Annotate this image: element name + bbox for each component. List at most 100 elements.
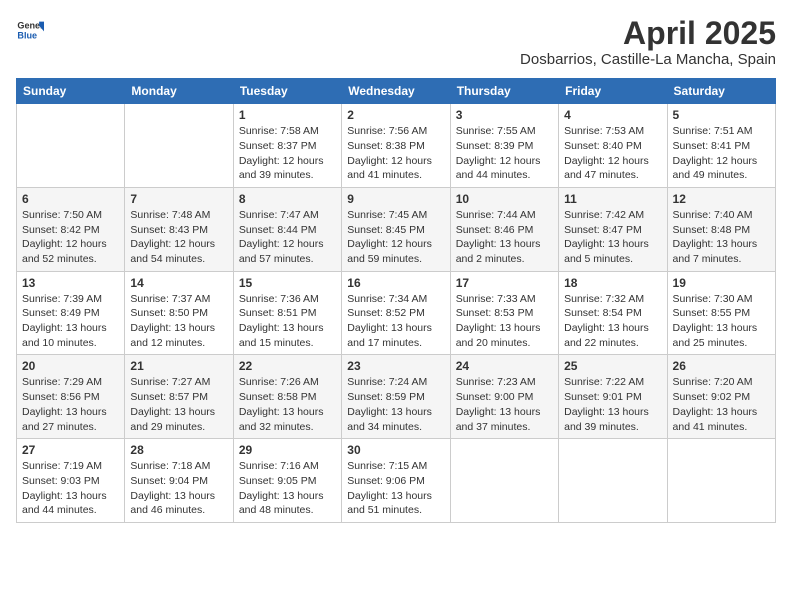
day-number: 7 (130, 192, 227, 206)
calendar-week-5: 27 Sunrise: 7:19 AMSunset: 9:03 PMDayligh… (17, 439, 776, 523)
header-row: SundayMondayTuesdayWednesdayThursdayFrid… (17, 79, 776, 104)
day-info: Sunrise: 7:34 AMSunset: 8:52 PMDaylight:… (347, 292, 444, 351)
day-number: 23 (347, 359, 444, 373)
calendar-cell: 2 Sunrise: 7:56 AMSunset: 8:38 PMDaylight… (342, 104, 450, 188)
calendar-cell: 16 Sunrise: 7:34 AMSunset: 8:52 PMDayligh… (342, 271, 450, 355)
calendar-cell: 18 Sunrise: 7:32 AMSunset: 8:54 PMDayligh… (559, 271, 667, 355)
calendar-cell: 23 Sunrise: 7:24 AMSunset: 8:59 PMDayligh… (342, 355, 450, 439)
day-number: 14 (130, 276, 227, 290)
day-info: Sunrise: 7:56 AMSunset: 8:38 PMDaylight:… (347, 124, 444, 183)
calendar-cell: 1 Sunrise: 7:58 AMSunset: 8:37 PMDaylight… (233, 104, 341, 188)
calendar-week-4: 20Sunrise: 7:29 AMSunset: 8:56 PMDayligh… (17, 355, 776, 439)
calendar-cell (559, 439, 667, 523)
calendar-body: 1 Sunrise: 7:58 AMSunset: 8:37 PMDaylight… (17, 104, 776, 523)
day-info: Sunrise: 7:44 AMSunset: 8:46 PMDaylight:… (456, 208, 553, 267)
day-number: 9 (347, 192, 444, 206)
svg-text:Blue: Blue (17, 30, 37, 40)
calendar-table: SundayMondayTuesdayWednesdayThursdayFrid… (16, 78, 776, 523)
calendar-cell: 10 Sunrise: 7:44 AMSunset: 8:46 PMDayligh… (450, 187, 558, 271)
day-number: 8 (239, 192, 336, 206)
day-number: 15 (239, 276, 336, 290)
day-number: 17 (456, 276, 553, 290)
header-day-tuesday: Tuesday (233, 79, 341, 104)
day-info: Sunrise: 7:40 AMSunset: 8:48 PMDaylight:… (673, 208, 770, 267)
day-info: Sunrise: 7:27 AMSunset: 8:57 PMDaylight:… (130, 375, 227, 434)
day-number: 24 (456, 359, 553, 373)
day-number: 25 (564, 359, 661, 373)
header-day-thursday: Thursday (450, 79, 558, 104)
day-info: Sunrise: 7:19 AMSunset: 9:03 PMDaylight:… (22, 459, 119, 518)
day-number: 26 (673, 359, 770, 373)
day-info: Sunrise: 7:30 AMSunset: 8:55 PMDaylight:… (673, 292, 770, 351)
calendar-cell: 25 Sunrise: 7:22 AMSunset: 9:01 PMDayligh… (559, 355, 667, 439)
day-number: 3 (456, 108, 553, 122)
day-number: 18 (564, 276, 661, 290)
day-info: Sunrise: 7:26 AMSunset: 8:58 PMDaylight:… (239, 375, 336, 434)
day-info: Sunrise: 7:24 AMSunset: 8:59 PMDaylight:… (347, 375, 444, 434)
day-number: 13 (22, 276, 119, 290)
calendar-week-3: 13 Sunrise: 7:39 AMSunset: 8:49 PMDayligh… (17, 271, 776, 355)
day-number: 30 (347, 443, 444, 457)
calendar-cell: 7 Sunrise: 7:48 AMSunset: 8:43 PMDaylight… (125, 187, 233, 271)
header-day-monday: Monday (125, 79, 233, 104)
day-info: Sunrise: 7:22 AMSunset: 9:01 PMDaylight:… (564, 375, 661, 434)
day-info: Sunrise: 7:58 AMSunset: 8:37 PMDaylight:… (239, 124, 336, 183)
day-number: 2 (347, 108, 444, 122)
day-info: Sunrise: 7:36 AMSunset: 8:51 PMDaylight:… (239, 292, 336, 351)
calendar-cell: 30 Sunrise: 7:15 AMSunset: 9:06 PMDayligh… (342, 439, 450, 523)
day-info: Sunrise: 7:39 AMSunset: 8:49 PMDaylight:… (22, 292, 119, 351)
day-info: Sunrise: 7:18 AMSunset: 9:04 PMDaylight:… (130, 459, 227, 518)
day-info: Sunrise: 7:15 AMSunset: 9:06 PMDaylight:… (347, 459, 444, 518)
day-info: Sunrise: 7:33 AMSunset: 8:53 PMDaylight:… (456, 292, 553, 351)
calendar-cell: 24 Sunrise: 7:23 AMSunset: 9:00 PMDayligh… (450, 355, 558, 439)
calendar-cell: 27 Sunrise: 7:19 AMSunset: 9:03 PMDayligh… (17, 439, 125, 523)
day-number: 27 (22, 443, 119, 457)
day-number: 11 (564, 192, 661, 206)
calendar-cell: 14 Sunrise: 7:37 AMSunset: 8:50 PMDayligh… (125, 271, 233, 355)
calendar-cell: 5Sunrise: 7:51 AMSunset: 8:41 PMDaylight… (667, 104, 775, 188)
day-info: Sunrise: 7:37 AMSunset: 8:50 PMDaylight:… (130, 292, 227, 351)
calendar-cell: 8 Sunrise: 7:47 AMSunset: 8:44 PMDaylight… (233, 187, 341, 271)
calendar-cell: 11 Sunrise: 7:42 AMSunset: 8:47 PMDayligh… (559, 187, 667, 271)
day-number: 19 (673, 276, 770, 290)
day-number: 10 (456, 192, 553, 206)
title-block: April 2025 Dosbarrios, Castille-La Manch… (520, 16, 776, 68)
day-info: Sunrise: 7:32 AMSunset: 8:54 PMDaylight:… (564, 292, 661, 351)
day-number: 29 (239, 443, 336, 457)
calendar-week-2: 6Sunrise: 7:50 AMSunset: 8:42 PMDaylight… (17, 187, 776, 271)
day-info: Sunrise: 7:53 AMSunset: 8:40 PMDaylight:… (564, 124, 661, 183)
day-number: 6 (22, 192, 119, 206)
day-info: Sunrise: 7:20 AMSunset: 9:02 PMDaylight:… (673, 375, 770, 434)
day-info: Sunrise: 7:48 AMSunset: 8:43 PMDaylight:… (130, 208, 227, 267)
calendar-cell: 4Sunrise: 7:53 AMSunset: 8:40 PMDaylight… (559, 104, 667, 188)
calendar-cell: 9Sunrise: 7:45 AMSunset: 8:45 PMDaylight… (342, 187, 450, 271)
page-title: April 2025 (520, 16, 776, 51)
calendar-cell: 3 Sunrise: 7:55 AMSunset: 8:39 PMDaylight… (450, 104, 558, 188)
calendar-header: SundayMondayTuesdayWednesdayThursdayFrid… (17, 79, 776, 104)
day-info: Sunrise: 7:51 AMSunset: 8:41 PMDaylight:… (673, 124, 770, 183)
day-info: Sunrise: 7:55 AMSunset: 8:39 PMDaylight:… (456, 124, 553, 183)
day-number: 1 (239, 108, 336, 122)
calendar-cell: 28 Sunrise: 7:18 AMSunset: 9:04 PMDayligh… (125, 439, 233, 523)
day-number: 28 (130, 443, 227, 457)
logo-icon: General Blue (16, 16, 44, 44)
day-number: 12 (673, 192, 770, 206)
calendar-cell: 15 Sunrise: 7:36 AMSunset: 8:51 PMDayligh… (233, 271, 341, 355)
calendar-cell: 17 Sunrise: 7:33 AMSunset: 8:53 PMDayligh… (450, 271, 558, 355)
day-info: Sunrise: 7:42 AMSunset: 8:47 PMDaylight:… (564, 208, 661, 267)
calendar-week-1: 1 Sunrise: 7:58 AMSunset: 8:37 PMDaylight… (17, 104, 776, 188)
day-number: 20 (22, 359, 119, 373)
calendar-cell (450, 439, 558, 523)
calendar-cell: 21Sunrise: 7:27 AMSunset: 8:57 PMDayligh… (125, 355, 233, 439)
header-day-saturday: Saturday (667, 79, 775, 104)
day-info: Sunrise: 7:16 AMSunset: 9:05 PMDaylight:… (239, 459, 336, 518)
day-number: 16 (347, 276, 444, 290)
header-day-sunday: Sunday (17, 79, 125, 104)
day-info: Sunrise: 7:23 AMSunset: 9:00 PMDaylight:… (456, 375, 553, 434)
calendar-cell: 13 Sunrise: 7:39 AMSunset: 8:49 PMDayligh… (17, 271, 125, 355)
calendar-cell: 29 Sunrise: 7:16 AMSunset: 9:05 PMDayligh… (233, 439, 341, 523)
calendar-cell: 19 Sunrise: 7:30 AMSunset: 8:55 PMDayligh… (667, 271, 775, 355)
day-info: Sunrise: 7:47 AMSunset: 8:44 PMDaylight:… (239, 208, 336, 267)
calendar-cell: 22Sunrise: 7:26 AMSunset: 8:58 PMDayligh… (233, 355, 341, 439)
calendar-cell (125, 104, 233, 188)
